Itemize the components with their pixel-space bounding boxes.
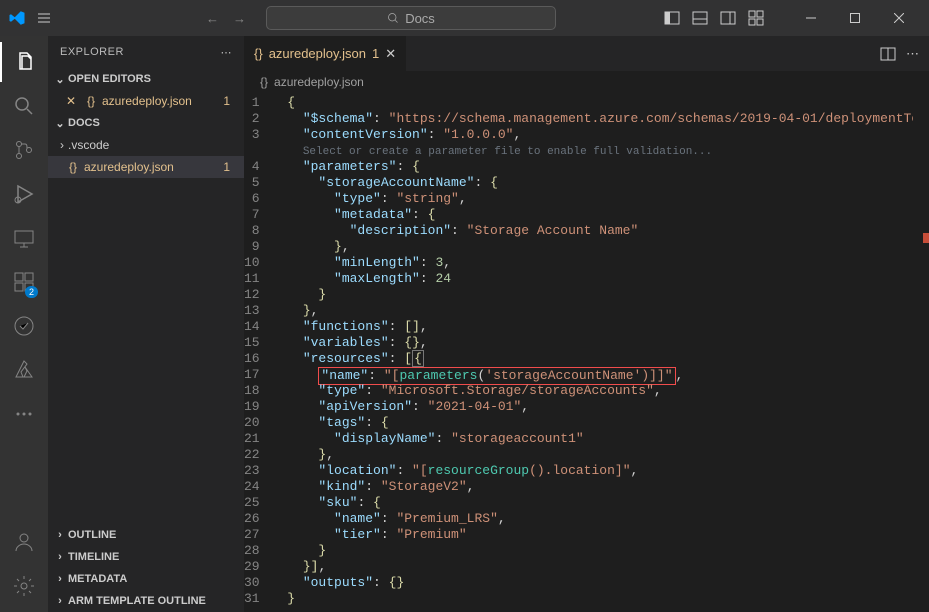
section-arm-template-outline[interactable]: › ARM TEMPLATE OUTLINE [48, 590, 244, 612]
toggle-primary-sidebar-icon[interactable] [661, 7, 683, 29]
section-timeline[interactable]: › TIMELINE [48, 546, 244, 568]
nav-back-icon[interactable]: ← [202, 9, 223, 28]
section-open-editors[interactable]: ⌄ OPEN EDITORS [48, 68, 244, 90]
json-file-icon: {} [260, 75, 268, 89]
chevron-right-icon: › [52, 595, 68, 607]
activity-source-control-icon[interactable] [0, 130, 48, 170]
hamburger-menu-icon[interactable] [34, 8, 54, 28]
minimap[interactable] [913, 93, 929, 612]
breadcrumb[interactable]: {} azuredeploy.json [244, 71, 929, 93]
editor-tabs: {} azuredeploy.json 1 ✕ ⋯ [244, 36, 929, 71]
activity-explorer-icon[interactable] [0, 42, 48, 82]
chevron-right-icon: › [52, 551, 68, 563]
toggle-secondary-sidebar-icon[interactable] [717, 7, 739, 29]
section-docs[interactable]: ⌄ DOCS [48, 112, 244, 134]
open-editor-azuredeploy[interactable]: ✕ {} azuredeploy.json 1 [48, 90, 244, 112]
chevron-down-icon: ⌄ [52, 117, 68, 130]
window-maximize-icon[interactable] [833, 3, 877, 33]
activity-accounts-icon[interactable] [0, 522, 48, 562]
search-icon [387, 12, 399, 24]
code-content[interactable]: { "$schema": "https://schema.management.… [272, 93, 929, 612]
window-close-icon[interactable] [877, 3, 921, 33]
activity-remote-explorer-icon[interactable] [0, 218, 48, 258]
explorer-more-icon[interactable]: ⋯ [221, 46, 233, 59]
json-file-icon: {} [84, 94, 98, 108]
nav-forward-icon[interactable]: → [229, 9, 250, 28]
chevron-down-icon: ⌄ [52, 73, 68, 86]
close-tab-icon[interactable]: ✕ [385, 46, 396, 62]
editor-area: {} azuredeploy.json 1 ✕ ⋯ {} azuredeploy… [244, 36, 929, 612]
activity-run-debug-icon[interactable] [0, 174, 48, 214]
error-marker [923, 233, 929, 243]
chevron-right-icon: › [52, 573, 68, 585]
explorer-sidebar: EXPLORER ⋯ ⌄ OPEN EDITORS ✕ {} azuredepl… [48, 36, 244, 612]
window-minimize-icon[interactable] [789, 3, 833, 33]
json-file-icon: {} [254, 46, 263, 61]
activity-more-icon[interactable] [0, 394, 48, 434]
customize-layout-icon[interactable] [745, 7, 767, 29]
activity-bar: 2 [0, 36, 48, 612]
line-number-gutter: 123 456 789 101112 131415 161718 192021 … [244, 93, 272, 612]
activity-testing-icon[interactable] [0, 306, 48, 346]
close-icon[interactable]: ✕ [66, 94, 80, 108]
chevron-right-icon: › [60, 138, 64, 152]
code-editor[interactable]: 123 456 789 101112 131415 161718 192021 … [244, 93, 929, 612]
json-file-icon: {} [66, 160, 80, 174]
toggle-panel-icon[interactable] [689, 7, 711, 29]
activity-search-icon[interactable] [0, 86, 48, 126]
chevron-right-icon: › [52, 529, 68, 541]
section-outline[interactable]: › OUTLINE [48, 524, 244, 546]
activity-settings-icon[interactable] [0, 566, 48, 606]
command-center-search[interactable]: Docs [266, 6, 556, 30]
search-placeholder: Docs [405, 11, 435, 26]
activity-azure-icon[interactable] [0, 350, 48, 390]
more-actions-icon[interactable]: ⋯ [906, 46, 919, 62]
folder-vscode[interactable]: › .vscode [48, 134, 244, 156]
extensions-badge: 2 [25, 286, 38, 298]
titlebar: ← → Docs [0, 0, 929, 36]
explorer-title: EXPLORER [60, 46, 124, 58]
split-editor-icon[interactable] [880, 46, 896, 62]
activity-extensions-icon[interactable]: 2 [0, 262, 48, 302]
section-metadata[interactable]: › METADATA [48, 568, 244, 590]
file-azuredeploy[interactable]: {} azuredeploy.json 1 [48, 156, 244, 178]
vscode-logo-icon [8, 9, 26, 27]
tab-azuredeploy[interactable]: {} azuredeploy.json 1 ✕ [244, 36, 407, 71]
